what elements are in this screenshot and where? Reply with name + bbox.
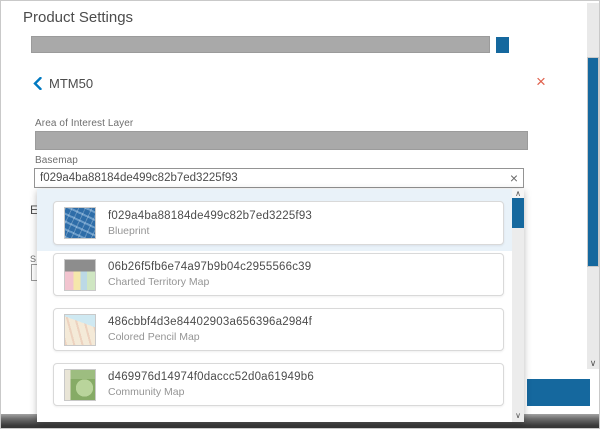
basemap-thumbnail — [64, 207, 96, 239]
basemap-option-id: 486cbbf4d3e84402903a656396a2984f — [108, 316, 312, 328]
basemap-option-charted-territory[interactable]: 06b26f5fb6e74a97b9b04c2955566c39 Charted… — [37, 253, 512, 296]
confirm-button[interactable] — [527, 379, 590, 406]
page-scrollbar-thumb[interactable] — [587, 57, 599, 267]
product-bar-action-button[interactable] — [496, 37, 509, 53]
basemap-option-id: 06b26f5fb6e74a97b9b04c2955566c39 — [108, 261, 311, 273]
basemap-option-id: d469976d14974f0daccc52d0a61949b6 — [108, 371, 314, 383]
obscured-label-fragment: S — [30, 254, 37, 264]
close-icon[interactable]: × — [536, 73, 546, 90]
clear-input-icon[interactable]: × — [505, 169, 523, 187]
dropdown-scrollbar[interactable]: ∧ ∨ — [512, 189, 524, 422]
product-settings-dialog: Product Settings ∨ MTM50 × Area of Inter… — [0, 0, 600, 429]
basemap-option-colored-pencil[interactable]: 486cbbf4d3e84402903a656396a2984f Colored… — [37, 308, 512, 351]
basemap-thumbnail — [64, 369, 96, 401]
basemap-field-label: Basemap — [35, 155, 78, 166]
basemap-option-name: Charted Territory Map — [108, 276, 311, 288]
basemap-thumbnail — [64, 259, 96, 291]
dropdown-scroll-up-icon[interactable]: ∧ — [512, 189, 524, 198]
disabled-product-bar — [31, 36, 490, 53]
basemap-dropdown: f029a4ba88184de499c82b7ed3225f93 Bluepri… — [37, 189, 524, 422]
product-name-label: MTM50 — [49, 76, 93, 91]
basemap-input[interactable] — [35, 172, 505, 184]
back-to-products-link[interactable]: MTM50 — [33, 76, 93, 91]
dropdown-scroll-down-icon[interactable]: ∨ — [512, 411, 524, 421]
back-chevron-icon — [33, 77, 42, 90]
page-title: Product Settings — [23, 9, 133, 26]
aoi-field-label: Area of Interest Layer — [35, 118, 133, 129]
basemap-option-name: Colored Pencil Map — [108, 331, 312, 343]
page-scroll-down-icon[interactable]: ∨ — [587, 358, 599, 368]
aoi-disabled-input — [35, 131, 528, 150]
basemap-thumbnail — [64, 314, 96, 346]
basemap-option-name: Blueprint — [108, 225, 312, 237]
dropdown-scrollbar-thumb[interactable] — [512, 198, 524, 228]
basemap-option-community[interactable]: d469976d14974f0daccc52d0a61949b6 Communi… — [37, 363, 512, 406]
page-scrollbar[interactable]: ∨ — [587, 3, 599, 369]
basemap-option-blueprint[interactable]: f029a4ba88184de499c82b7ed3225f93 Bluepri… — [37, 189, 512, 251]
basemap-combobox[interactable]: × — [34, 168, 524, 188]
basemap-option-name: Community Map — [108, 386, 314, 398]
basemap-option-id: f029a4ba88184de499c82b7ed3225f93 — [108, 210, 312, 222]
